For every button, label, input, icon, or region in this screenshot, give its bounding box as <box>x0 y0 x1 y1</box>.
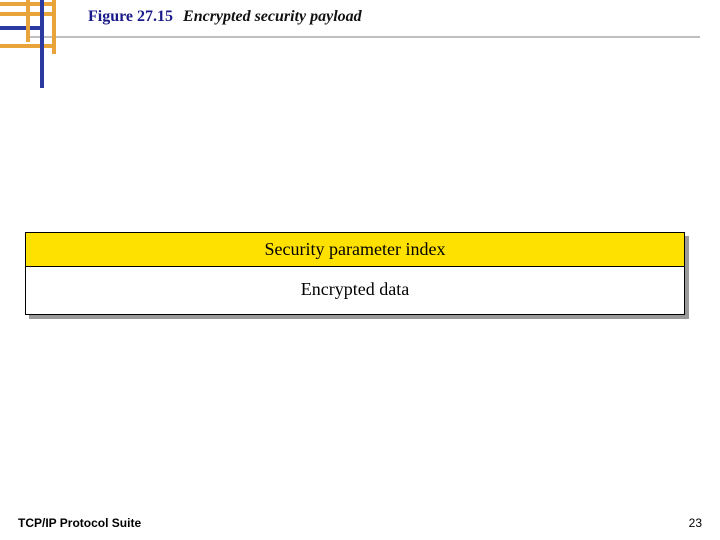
header-rule <box>30 36 700 38</box>
payload-diagram: Security parameter index Encrypted data <box>25 232 685 315</box>
decor-stripe <box>40 0 44 88</box>
decor-stripe <box>52 0 56 54</box>
slide-footer: TCP/IP Protocol Suite 23 <box>18 516 702 530</box>
figure-number: Figure 27.15 <box>88 8 173 26</box>
figure-title: Encrypted security payload <box>183 8 362 26</box>
spi-row: Security parameter index <box>25 232 685 267</box>
decor-stripe <box>26 0 30 42</box>
page-number: 23 <box>689 516 702 530</box>
figure-header: Figure 27.15 Encrypted security payload <box>88 8 700 26</box>
diagram-box: Security parameter index Encrypted data <box>25 232 685 315</box>
encrypted-data-row: Encrypted data <box>25 267 685 315</box>
footer-text: TCP/IP Protocol Suite <box>18 516 141 530</box>
decor-stripe <box>0 26 40 30</box>
corner-decoration <box>0 0 70 90</box>
decor-stripe <box>0 44 54 48</box>
